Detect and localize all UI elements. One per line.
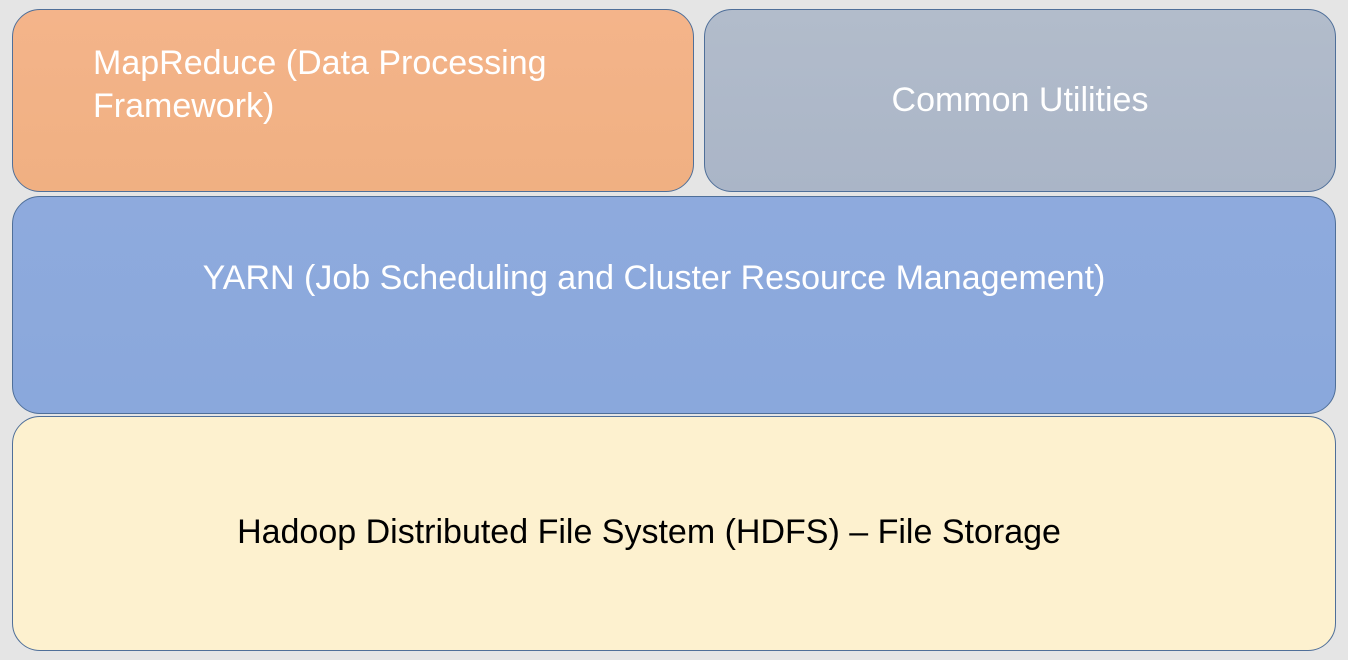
common-utilities-label: Common Utilities <box>891 81 1149 119</box>
common-utilities-layer: Common Utilities <box>704 9 1336 192</box>
mapreduce-label: MapReduce (Data Processing Framework) <box>93 44 547 125</box>
mapreduce-layer: MapReduce (Data Processing Framework) <box>12 9 694 192</box>
hdfs-layer: Hadoop Distributed File System (HDFS) – … <box>12 416 1336 651</box>
yarn-label: YARN (Job Scheduling and Cluster Resourc… <box>202 259 1106 297</box>
hdfs-label: Hadoop Distributed File System (HDFS) – … <box>237 513 1061 551</box>
yarn-layer: YARN (Job Scheduling and Cluster Resourc… <box>12 196 1336 414</box>
